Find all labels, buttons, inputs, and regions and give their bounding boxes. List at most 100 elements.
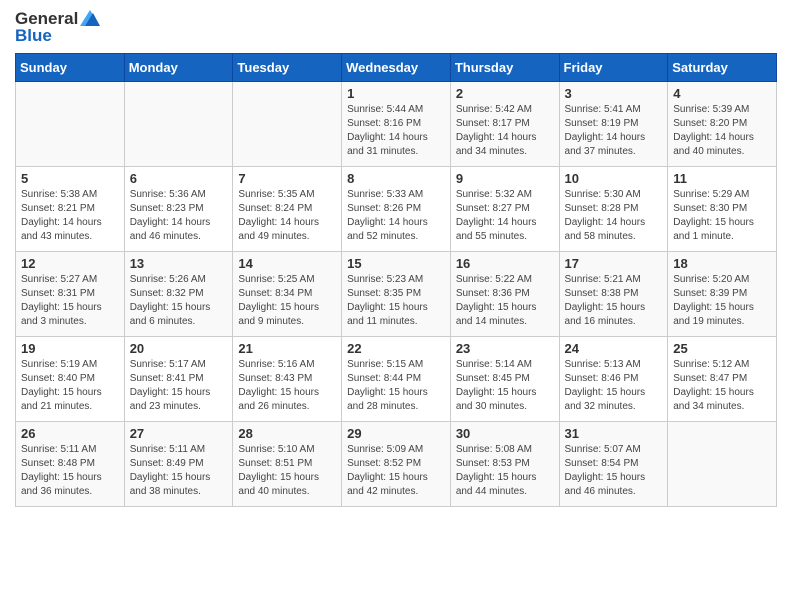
day-info: Sunrise: 5:26 AM Sunset: 8:32 PM Dayligh…: [130, 273, 228, 329]
day-info: Sunrise: 5:20 AM Sunset: 8:39 PM Dayligh…: [673, 273, 771, 329]
day-info: Sunrise: 5:19 AM Sunset: 8:40 PM Dayligh…: [21, 358, 119, 414]
day-info: Sunrise: 5:38 AM Sunset: 8:21 PM Dayligh…: [21, 188, 119, 244]
calendar-cell: 4 Sunrise: 5:39 AM Sunset: 8:20 PM Daylig…: [668, 82, 777, 167]
day-number: 27: [130, 426, 228, 441]
weekday-header: Monday: [124, 54, 233, 82]
calendar-week-row: 12 Sunrise: 5:27 AM Sunset: 8:31 PM Dayli…: [16, 252, 777, 337]
calendar-cell: 3Sunrise: 5:41 AM Sunset: 8:19 PM Daylig…: [559, 82, 668, 167]
day-number: 24: [565, 341, 663, 356]
calendar-cell: 29Sunrise: 5:09 AM Sunset: 8:52 PM Dayli…: [342, 422, 451, 507]
calendar-cell: 18 Sunrise: 5:20 AM Sunset: 8:39 PM Dayli…: [668, 252, 777, 337]
calendar-header: SundayMondayTuesdayWednesdayThursdayFrid…: [16, 54, 777, 82]
day-info: Sunrise: 5:29 AM Sunset: 8:30 PM Dayligh…: [673, 188, 771, 244]
weekday-header: Thursday: [450, 54, 559, 82]
day-info: Sunrise: 5:10 AM Sunset: 8:51 PM Dayligh…: [238, 443, 336, 499]
day-info: Sunrise: 5:41 AM Sunset: 8:19 PM Dayligh…: [565, 103, 663, 159]
day-info: Sunrise: 5:27 AM Sunset: 8:31 PM Dayligh…: [21, 273, 119, 329]
logo-icon: [80, 10, 100, 26]
day-number: 13: [130, 256, 228, 271]
day-number: 14: [238, 256, 336, 271]
calendar-cell: 21Sunrise: 5:16 AM Sunset: 8:43 PM Dayli…: [233, 337, 342, 422]
day-info: Sunrise: 5:11 AM Sunset: 8:49 PM Dayligh…: [130, 443, 228, 499]
day-number: 4: [673, 86, 771, 101]
calendar-cell: 20 Sunrise: 5:17 AM Sunset: 8:41 PM Dayli…: [124, 337, 233, 422]
weekday-header: Friday: [559, 54, 668, 82]
day-number: 18: [673, 256, 771, 271]
calendar-cell: [668, 422, 777, 507]
day-info: Sunrise: 5:11 AM Sunset: 8:48 PM Dayligh…: [21, 443, 119, 499]
logo: General Blue: [15, 10, 100, 45]
calendar-cell: 2 Sunrise: 5:42 AM Sunset: 8:17 PM Daylig…: [450, 82, 559, 167]
calendar-cell: 12 Sunrise: 5:27 AM Sunset: 8:31 PM Dayli…: [16, 252, 125, 337]
day-number: 28: [238, 426, 336, 441]
day-number: 10: [565, 171, 663, 186]
day-info: Sunrise: 5:15 AM Sunset: 8:44 PM Dayligh…: [347, 358, 445, 414]
day-info: Sunrise: 5:14 AM Sunset: 8:45 PM Dayligh…: [456, 358, 554, 414]
calendar-cell: 28 Sunrise: 5:10 AM Sunset: 8:51 PM Dayli…: [233, 422, 342, 507]
day-number: 2: [456, 86, 554, 101]
calendar-cell: 6 Sunrise: 5:36 AM Sunset: 8:23 PM Daylig…: [124, 167, 233, 252]
day-info: Sunrise: 5:36 AM Sunset: 8:23 PM Dayligh…: [130, 188, 228, 244]
calendar-week-row: 5Sunrise: 5:38 AM Sunset: 8:21 PM Daylig…: [16, 167, 777, 252]
day-number: 17: [565, 256, 663, 271]
day-info: Sunrise: 5:25 AM Sunset: 8:34 PM Dayligh…: [238, 273, 336, 329]
calendar-cell: 27 Sunrise: 5:11 AM Sunset: 8:49 PM Dayli…: [124, 422, 233, 507]
calendar-cell: 16Sunrise: 5:22 AM Sunset: 8:36 PM Dayli…: [450, 252, 559, 337]
day-number: 1: [347, 86, 445, 101]
calendar-cell: 17 Sunrise: 5:21 AM Sunset: 8:38 PM Dayli…: [559, 252, 668, 337]
calendar-cell: [16, 82, 125, 167]
day-number: 30: [456, 426, 554, 441]
weekday-header: Sunday: [16, 54, 125, 82]
calendar-cell: 31 Sunrise: 5:07 AM Sunset: 8:54 PM Dayli…: [559, 422, 668, 507]
calendar-cell: 1 Sunrise: 5:44 AM Sunset: 8:16 PM Daylig…: [342, 82, 451, 167]
day-info: Sunrise: 5:35 AM Sunset: 8:24 PM Dayligh…: [238, 188, 336, 244]
calendar-cell: 30Sunrise: 5:08 AM Sunset: 8:53 PM Dayli…: [450, 422, 559, 507]
calendar-week-row: 1 Sunrise: 5:44 AM Sunset: 8:16 PM Daylig…: [16, 82, 777, 167]
calendar-cell: 15 Sunrise: 5:23 AM Sunset: 8:35 PM Dayli…: [342, 252, 451, 337]
calendar-cell: 26 Sunrise: 5:11 AM Sunset: 8:48 PM Dayli…: [16, 422, 125, 507]
day-info: Sunrise: 5:12 AM Sunset: 8:47 PM Dayligh…: [673, 358, 771, 414]
calendar-cell: 13 Sunrise: 5:26 AM Sunset: 8:32 PM Dayli…: [124, 252, 233, 337]
calendar-cell: 11Sunrise: 5:29 AM Sunset: 8:30 PM Dayli…: [668, 167, 777, 252]
day-info: Sunrise: 5:23 AM Sunset: 8:35 PM Dayligh…: [347, 273, 445, 329]
day-number: 6: [130, 171, 228, 186]
calendar-cell: 22 Sunrise: 5:15 AM Sunset: 8:44 PM Dayli…: [342, 337, 451, 422]
day-info: Sunrise: 5:13 AM Sunset: 8:46 PM Dayligh…: [565, 358, 663, 414]
day-info: Sunrise: 5:39 AM Sunset: 8:20 PM Dayligh…: [673, 103, 771, 159]
day-number: 19: [21, 341, 119, 356]
day-number: 7: [238, 171, 336, 186]
day-info: Sunrise: 5:30 AM Sunset: 8:28 PM Dayligh…: [565, 188, 663, 244]
calendar-cell: 7 Sunrise: 5:35 AM Sunset: 8:24 PM Daylig…: [233, 167, 342, 252]
day-number: 20: [130, 341, 228, 356]
day-info: Sunrise: 5:21 AM Sunset: 8:38 PM Dayligh…: [565, 273, 663, 329]
calendar-week-row: 26 Sunrise: 5:11 AM Sunset: 8:48 PM Dayli…: [16, 422, 777, 507]
day-number: 31: [565, 426, 663, 441]
calendar-cell: 24 Sunrise: 5:13 AM Sunset: 8:46 PM Dayli…: [559, 337, 668, 422]
day-info: Sunrise: 5:17 AM Sunset: 8:41 PM Dayligh…: [130, 358, 228, 414]
day-info: Sunrise: 5:44 AM Sunset: 8:16 PM Dayligh…: [347, 103, 445, 159]
day-number: 9: [456, 171, 554, 186]
page-header: General Blue: [15, 10, 777, 45]
logo-blue: Blue: [15, 27, 52, 46]
day-number: 21: [238, 341, 336, 356]
calendar-cell: 25Sunrise: 5:12 AM Sunset: 8:47 PM Dayli…: [668, 337, 777, 422]
header-row: SundayMondayTuesdayWednesdayThursdayFrid…: [16, 54, 777, 82]
day-number: 23: [456, 341, 554, 356]
day-number: 22: [347, 341, 445, 356]
day-info: Sunrise: 5:42 AM Sunset: 8:17 PM Dayligh…: [456, 103, 554, 159]
day-number: 8: [347, 171, 445, 186]
day-number: 15: [347, 256, 445, 271]
weekday-header: Wednesday: [342, 54, 451, 82]
calendar-body: 1 Sunrise: 5:44 AM Sunset: 8:16 PM Daylig…: [16, 82, 777, 507]
calendar-cell: 19 Sunrise: 5:19 AM Sunset: 8:40 PM Dayli…: [16, 337, 125, 422]
calendar-week-row: 19 Sunrise: 5:19 AM Sunset: 8:40 PM Dayli…: [16, 337, 777, 422]
calendar-cell: 23 Sunrise: 5:14 AM Sunset: 8:45 PM Dayli…: [450, 337, 559, 422]
day-number: 26: [21, 426, 119, 441]
calendar-cell: 14 Sunrise: 5:25 AM Sunset: 8:34 PM Dayli…: [233, 252, 342, 337]
calendar-cell: [233, 82, 342, 167]
weekday-header: Tuesday: [233, 54, 342, 82]
calendar-cell: 9Sunrise: 5:32 AM Sunset: 8:27 PM Daylig…: [450, 167, 559, 252]
weekday-header: Saturday: [668, 54, 777, 82]
day-info: Sunrise: 5:07 AM Sunset: 8:54 PM Dayligh…: [565, 443, 663, 499]
day-number: 12: [21, 256, 119, 271]
